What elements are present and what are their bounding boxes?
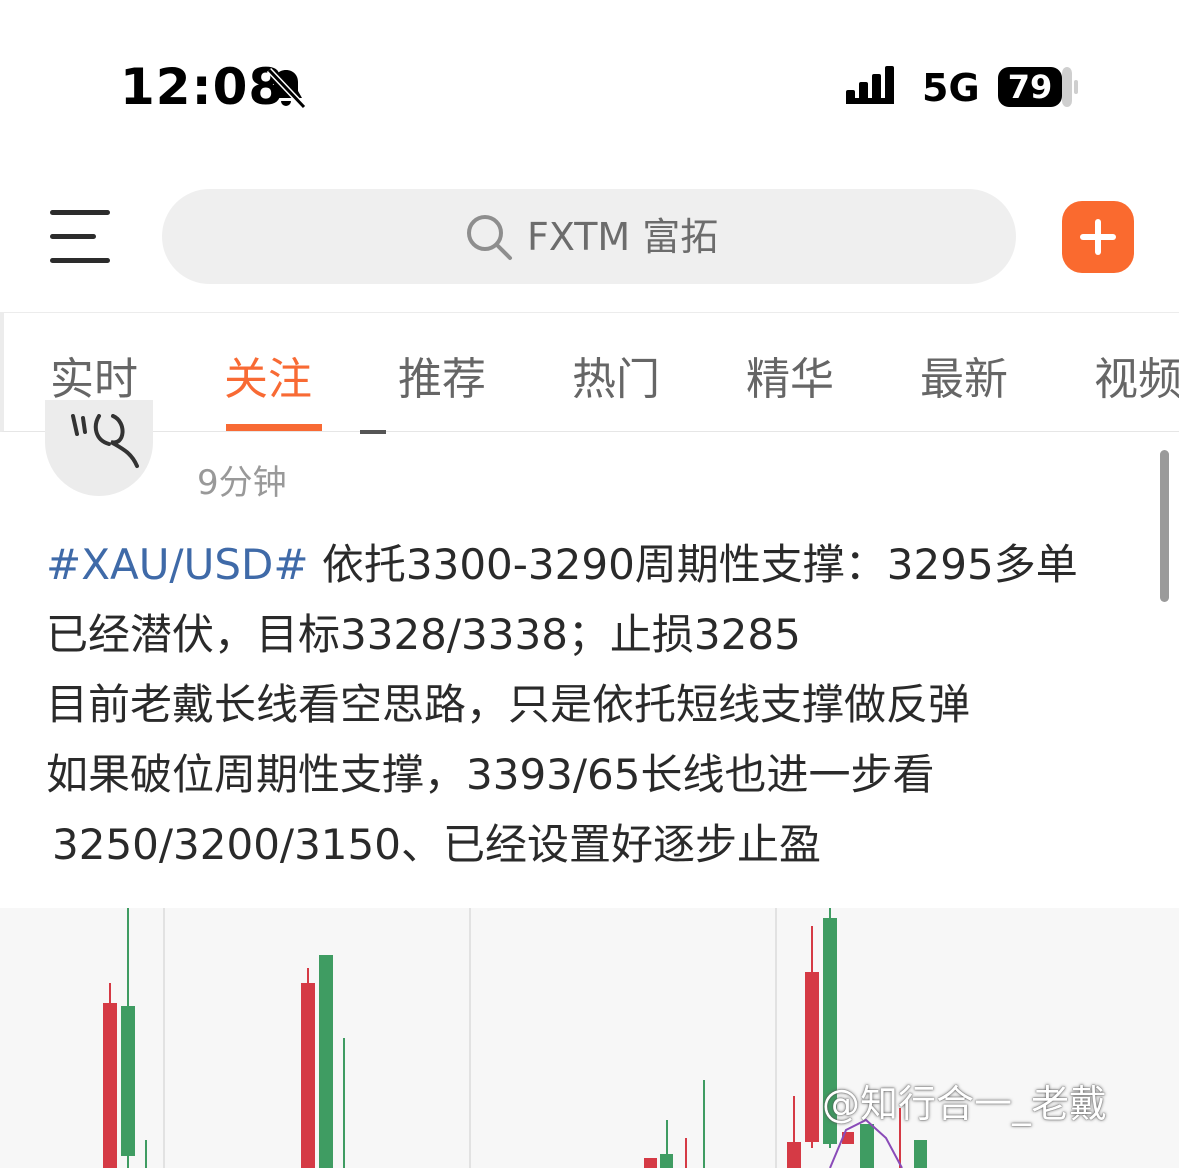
- search-icon: [467, 215, 512, 260]
- tab-realtime[interactable]: 实时: [50, 343, 138, 407]
- network-type: 5G: [922, 66, 980, 110]
- tab-hot[interactable]: 热门: [572, 343, 660, 407]
- signal-icon: [846, 66, 894, 104]
- tab-video[interactable]: 视频: [1094, 343, 1179, 407]
- username-fragment: [360, 430, 386, 434]
- post-line: 目前老戴长线看空思路，只是依托短线支撑做反弹: [46, 680, 971, 729]
- tab-latest[interactable]: 最新: [920, 343, 1008, 407]
- image-watermark: @知行合一_老戴: [822, 1081, 1108, 1126]
- battery-icon: 79: [998, 67, 1062, 107]
- tab-featured[interactable]: 精华: [746, 343, 834, 407]
- hamburger-menu-icon[interactable]: [50, 208, 112, 266]
- candlestick-chart-image: [103, 908, 927, 1168]
- bell-slash-icon: [266, 67, 307, 110]
- tab-following[interactable]: 关注: [224, 343, 312, 407]
- add-post-button[interactable]: [1062, 201, 1134, 273]
- status-bar: 12:08 5G 79: [0, 0, 1179, 150]
- active-tab-indicator: [226, 424, 322, 431]
- post-line: #XAU/USD# 依托3300-3290周期性支撑：3295多单: [46, 540, 1078, 589]
- tab-recommended[interactable]: 推荐: [398, 343, 486, 407]
- scrollbar[interactable]: [1160, 450, 1169, 602]
- hashtag-link[interactable]: #XAU/USD#: [46, 540, 309, 589]
- post-image[interactable]: @知行合一_老戴: [0, 908, 1179, 1168]
- post-line: 3250/3200/3150、已经设置好逐步止盈: [52, 820, 821, 869]
- avatar-calligraphy-logo: [71, 414, 139, 468]
- search-placeholder: FXTM 富拓: [527, 215, 719, 259]
- search-input[interactable]: FXTM 富拓: [162, 189, 1016, 284]
- channel-tab-bar: 实时 关注 推荐 热门 精华 最新 视频: [0, 312, 1179, 432]
- post-line: 已经潜伏，目标3328/3338；止损3285: [46, 610, 801, 659]
- post-line: 如果破位周期性支撑，3393/65长线也进一步看: [46, 750, 935, 799]
- status-time: 12:08: [120, 58, 285, 116]
- battery-tip: [1062, 67, 1078, 107]
- post-content: #XAU/USD# 依托3300-3290周期性支撑：3295多单 已经潜伏，目…: [46, 530, 1146, 880]
- post-time: 9分钟: [197, 463, 287, 503]
- avatar[interactable]: [45, 400, 153, 496]
